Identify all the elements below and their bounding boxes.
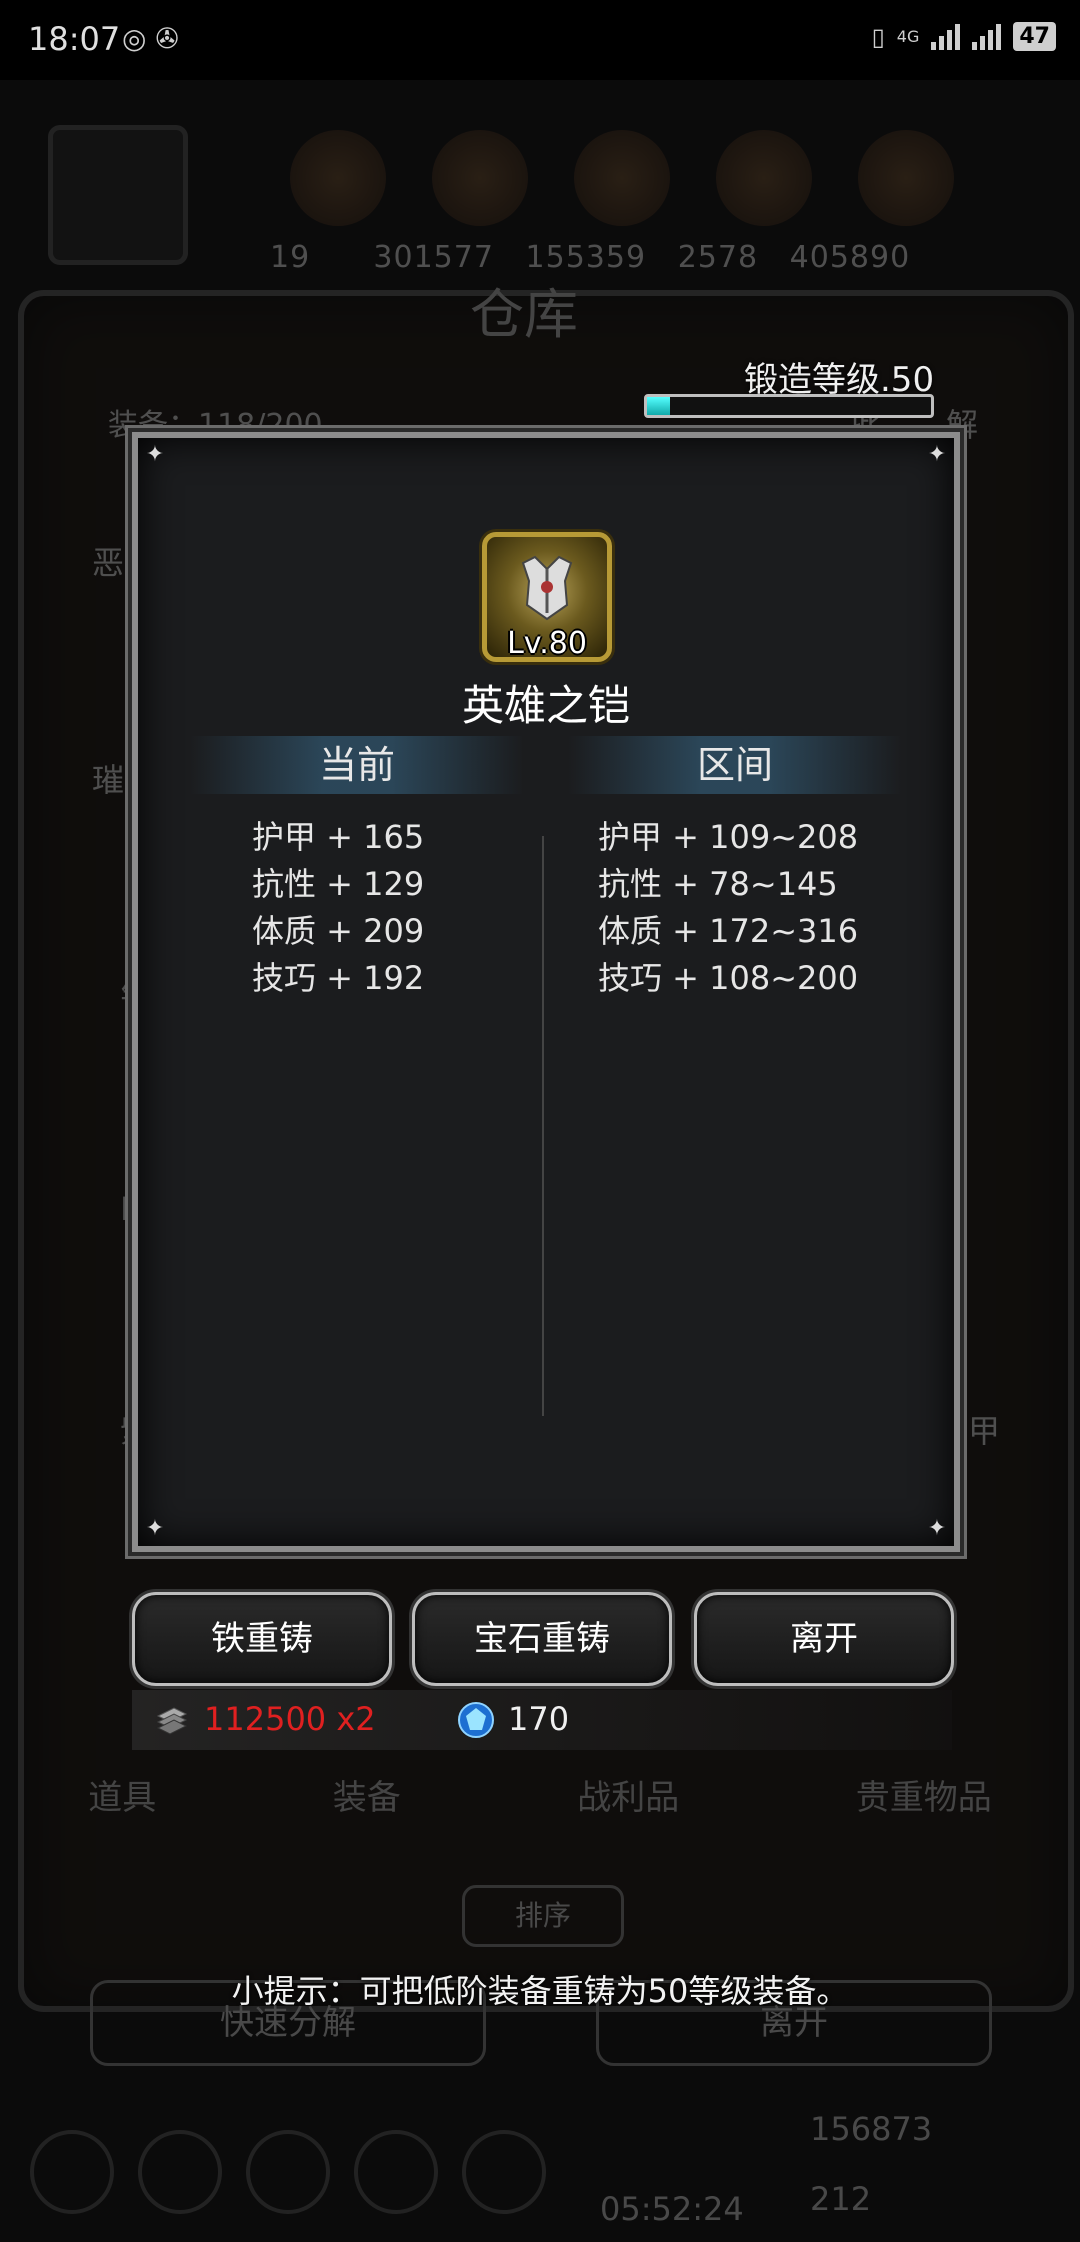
iron-recast-button[interactable]: 铁重铸 xyxy=(132,1592,392,1686)
recast-dialog: ✦ ✦ ✦ ✦ Lv.80 英雄之铠 当前 区间 护甲 + 165 抗性 + 1… xyxy=(132,432,960,1552)
corner-ornament-icon: ✦ xyxy=(145,1516,165,1541)
resource-number: 19 xyxy=(270,240,311,275)
stat-constitution: 体质 + 209 xyxy=(252,912,425,950)
column-divider xyxy=(542,836,544,1416)
gem-recast-button[interactable]: 宝石重铸 xyxy=(412,1592,672,1686)
stat-armor: 护甲 + 165 xyxy=(252,818,425,856)
resource-numbers: 19 301577 155359 2578 405890 xyxy=(270,240,910,275)
resource-icon xyxy=(574,130,670,226)
clock: 18:07 xyxy=(28,20,121,58)
network-type: 4G xyxy=(896,27,920,46)
range-stats-header: 区间 xyxy=(568,736,902,794)
resource-icon xyxy=(716,130,812,226)
status-right: ▯ 4G 47 xyxy=(872,22,1056,51)
range-armor: 护甲 + 109~208 xyxy=(598,818,859,856)
bottom-nav-icons xyxy=(30,2130,546,2214)
nav-icon[interactable] xyxy=(246,2130,330,2214)
corner-ornament-icon: ✦ xyxy=(927,1516,947,1541)
gem-count: 170 xyxy=(508,1700,570,1738)
nav-icon[interactable] xyxy=(138,2130,222,2214)
resource-number: 78 xyxy=(717,240,759,275)
nav-icon[interactable] xyxy=(462,2130,546,2214)
corner-ornament-icon: ✦ xyxy=(927,442,947,467)
signal-icon xyxy=(931,23,961,50)
resource-icon xyxy=(432,130,528,226)
nav-icon[interactable] xyxy=(354,2130,438,2214)
forge-progress-fill xyxy=(647,397,670,415)
battery-icon: 47 xyxy=(1013,22,1056,51)
gem-amount: 212 xyxy=(810,2180,872,2218)
sort-button[interactable]: 排序 xyxy=(462,1885,624,1947)
top-resource-icons xyxy=(290,130,954,226)
vibrate-icon: ▯ xyxy=(871,22,885,51)
gem-icon xyxy=(458,1702,494,1738)
avatar xyxy=(48,125,188,265)
timer: 05:52:24 xyxy=(600,2190,744,2228)
tab-equipment[interactable]: 装备 xyxy=(333,1770,401,1819)
leave-button[interactable]: 离开 xyxy=(694,1592,954,1686)
iron-cost: 112500 x2 xyxy=(204,1700,376,1738)
resource-icon xyxy=(858,130,954,226)
item-level: Lv.80 xyxy=(507,626,587,661)
current-stats-list: 护甲 + 165 抗性 + 129 体质 + 209 技巧 + 192 xyxy=(252,814,424,1002)
forge-progress-bar xyxy=(644,394,934,418)
item-name: 英雄之铠 xyxy=(461,681,630,730)
iron-icon xyxy=(156,1707,188,1735)
tab-items[interactable]: 道具 xyxy=(88,1770,156,1819)
stat-resistance: 抗性 + 129 xyxy=(252,865,425,903)
resource-icon xyxy=(290,130,386,226)
side-label: I xyxy=(120,1190,130,1228)
status-bar: 18:07 ◎ ✇ ▯ 4G 47 xyxy=(0,0,1080,80)
stat-skill: 技巧 + 192 xyxy=(252,959,425,997)
armor-icon xyxy=(521,555,573,621)
range-constitution: 体质 + 172~316 xyxy=(598,912,859,950)
tab-loot[interactable]: 战利品 xyxy=(577,1770,679,1819)
resource-number: 25 xyxy=(677,240,718,275)
corner-ornament-icon: ✦ xyxy=(145,442,165,467)
nav-icon[interactable] xyxy=(30,2130,114,2214)
range-stats-list: 护甲 + 109~208 抗性 + 78~145 体质 + 172~316 技巧… xyxy=(598,814,858,1002)
resource-number: 405890 xyxy=(789,240,911,275)
status-notification-icons: ◎ ✇ xyxy=(122,22,179,55)
current-stats-header: 当前 xyxy=(190,736,524,794)
hint-text: 小提示：可把低阶装备重铸为50等级装备。 xyxy=(231,1972,849,2010)
gold-amount: 156873 xyxy=(810,2110,933,2148)
warehouse-title: 仓库 xyxy=(470,283,578,346)
warehouse-tabs: 道具 装备 战利品 贵重物品 xyxy=(0,1770,1080,1819)
range-skill: 技巧 + 108~200 xyxy=(598,959,859,997)
signal-icon-2 xyxy=(972,23,1002,50)
range-resistance: 抗性 + 78~145 xyxy=(598,865,838,903)
tab-valuables[interactable]: 贵重物品 xyxy=(856,1770,992,1819)
